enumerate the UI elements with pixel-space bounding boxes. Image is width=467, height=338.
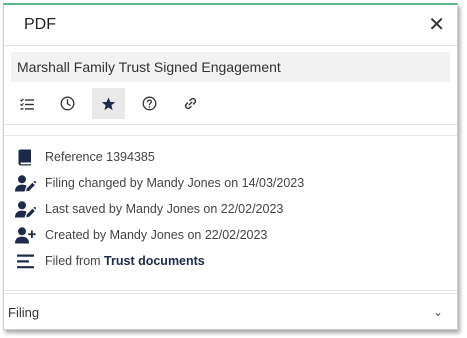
checklist-icon bbox=[19, 97, 34, 110]
panel-header: PDF ✕ bbox=[4, 5, 457, 46]
link-button[interactable] bbox=[174, 88, 207, 119]
user-edit-icon bbox=[14, 199, 36, 219]
user-edit-icon bbox=[14, 173, 36, 193]
star-icon bbox=[101, 97, 116, 110]
user-plus-icon bbox=[14, 225, 36, 245]
favourite-button[interactable] bbox=[92, 88, 125, 119]
document-name: Marshall Family Trust Signed Engagement bbox=[11, 52, 450, 82]
filing-section-label: Filing bbox=[8, 304, 40, 320]
panel-toolbar bbox=[4, 82, 457, 125]
last-saved-row: Last saved by Mandy Jones on 22/02/2023 bbox=[4, 196, 457, 222]
book-icon bbox=[14, 147, 36, 167]
clock-icon bbox=[60, 96, 75, 111]
panel-title: PDF bbox=[24, 16, 56, 33]
filed-from-location: Trust documents bbox=[104, 254, 205, 268]
document-info-section: Reference 1394385 Filing changed by Mand… bbox=[4, 135, 457, 291]
align-left-icon bbox=[14, 251, 36, 271]
help-button[interactable] bbox=[133, 88, 166, 119]
filed-from-row: Filed from Trust documents bbox=[4, 248, 457, 274]
filing-changed-text: Filing changed by Mandy Jones on 14/03/2… bbox=[45, 176, 305, 190]
chevron-down-icon: ⌄ bbox=[432, 305, 443, 319]
reference-row: Reference 1394385 bbox=[4, 144, 457, 170]
filed-from-text: Filed from Trust documents bbox=[45, 254, 205, 268]
filed-from-prefix: Filed from bbox=[45, 254, 105, 268]
link-icon bbox=[184, 97, 197, 110]
filing-changed-row: Filing changed by Mandy Jones on 14/03/2… bbox=[4, 170, 457, 196]
created-row: Created by Mandy Jones on 22/02/2023 bbox=[4, 222, 457, 248]
last-saved-text: Last saved by Mandy Jones on 22/02/2023 bbox=[45, 202, 284, 216]
help-icon bbox=[142, 96, 157, 111]
document-properties-panel: PDF ✕ Marshall Family Trust Signed Engag… bbox=[3, 3, 458, 330]
checklist-button[interactable] bbox=[10, 88, 43, 119]
history-button[interactable] bbox=[51, 88, 84, 119]
close-icon[interactable]: ✕ bbox=[428, 15, 445, 35]
filing-section-toggle[interactable]: Filing ⌄ bbox=[4, 293, 457, 329]
created-text: Created by Mandy Jones on 22/02/2023 bbox=[45, 228, 268, 242]
reference-text: Reference 1394385 bbox=[45, 150, 155, 164]
